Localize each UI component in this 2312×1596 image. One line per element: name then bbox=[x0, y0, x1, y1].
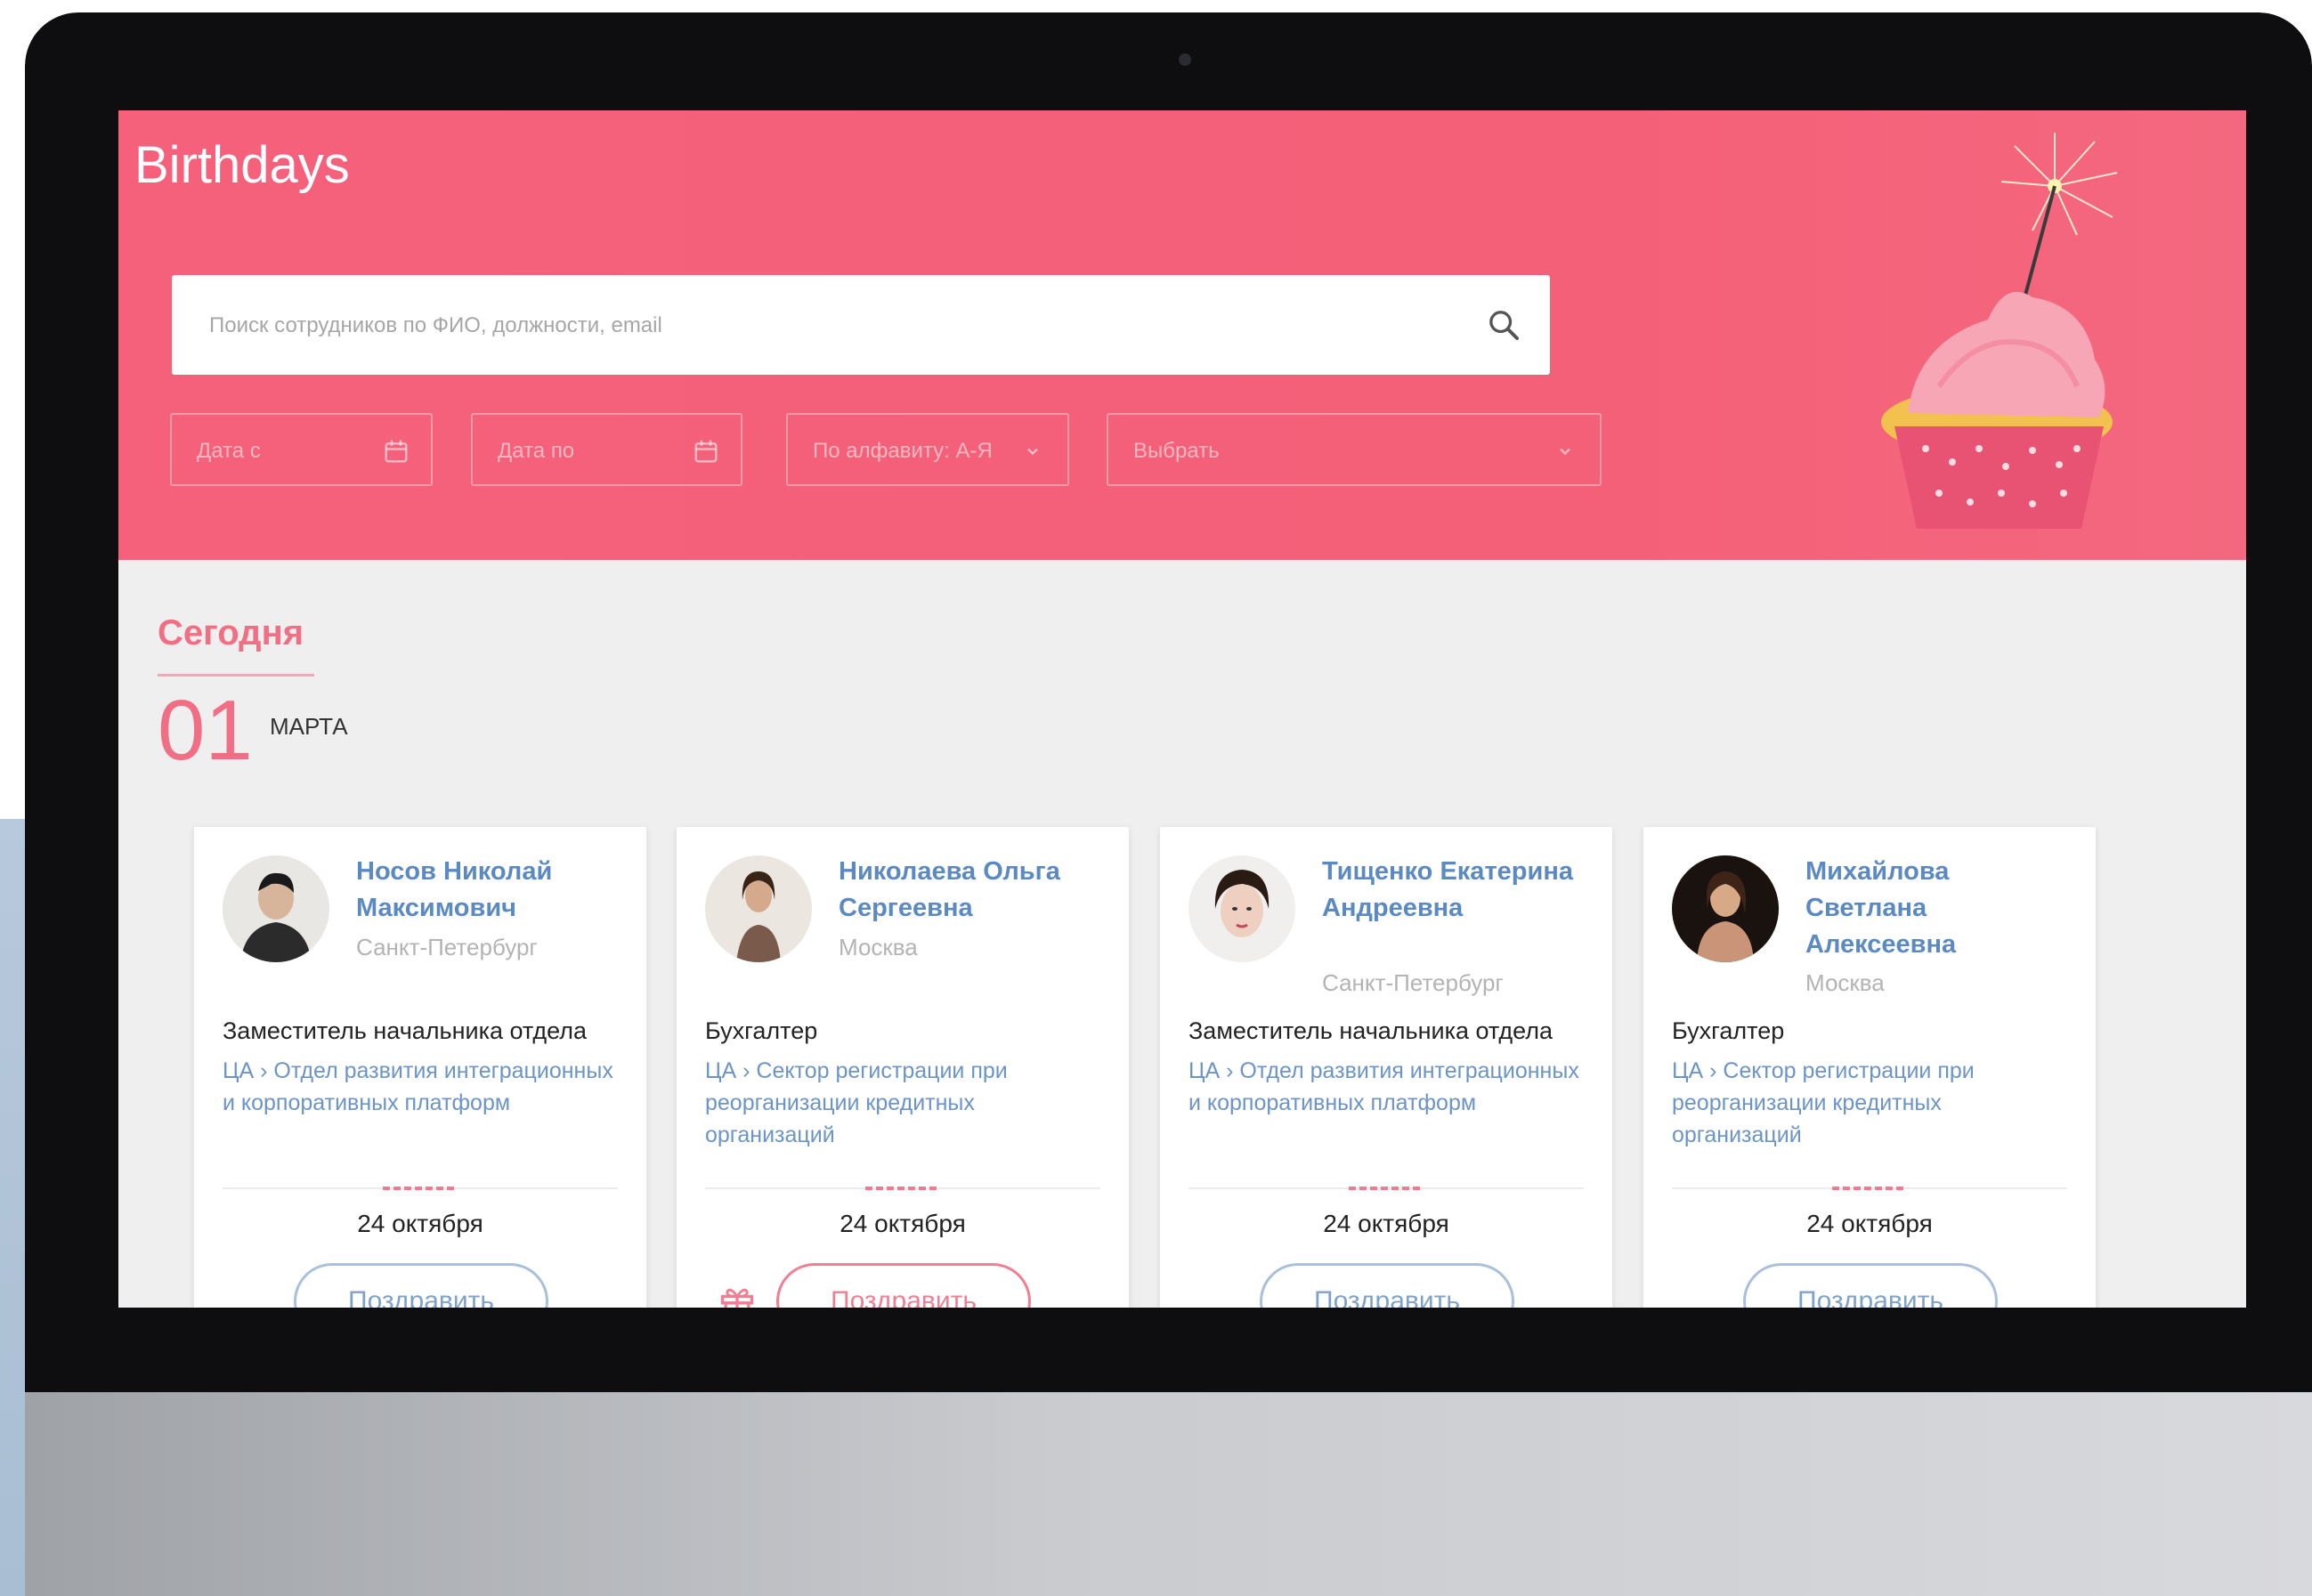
search-box[interactable] bbox=[172, 275, 1550, 377]
divider-accent bbox=[1349, 1187, 1424, 1190]
avatar[interactable] bbox=[705, 855, 812, 962]
congratulate-button[interactable]: Поздравить bbox=[1743, 1263, 1998, 1308]
divider-accent bbox=[1832, 1187, 1907, 1190]
employee-department[interactable]: ЦА › Отдел развития интеграционных и кор… bbox=[223, 1055, 614, 1119]
cupcake-illustration bbox=[1881, 133, 2118, 529]
date-to-filter[interactable]: Дата по bbox=[471, 413, 742, 486]
month-label: МАРТА bbox=[270, 713, 348, 740]
birthday-list: Сегодня 01 МАРТА Носов Николай Максимови… bbox=[118, 560, 2246, 1308]
employee-city: Москва bbox=[1805, 969, 1885, 996]
employee-card: Николаева Ольга Сергеевна Москва Бухгалт… bbox=[677, 827, 1129, 1308]
birthday-date: 24 октября bbox=[1806, 1210, 1933, 1237]
section-title: Сегодня bbox=[158, 613, 304, 652]
filter-label: Дата по bbox=[498, 439, 575, 463]
employee-department[interactable]: ЦА › Сектор регистрации при реорганизаци… bbox=[705, 1055, 1097, 1151]
employee-position: Бухгалтер bbox=[1672, 1017, 1785, 1044]
search-input[interactable] bbox=[207, 275, 1440, 377]
congratulate-button[interactable]: Поздравить bbox=[776, 1263, 1031, 1308]
employee-card: Носов Николай Максимович Санкт-Петербург… bbox=[194, 827, 646, 1308]
filter-label: Дата с bbox=[197, 439, 261, 463]
section-divider bbox=[158, 674, 314, 676]
birthday-date: 24 октября bbox=[357, 1210, 483, 1237]
employee-name[interactable]: Николаева Ольга Сергеевна bbox=[839, 854, 1106, 927]
avatar[interactable] bbox=[1672, 855, 1779, 962]
avatar[interactable] bbox=[223, 855, 329, 962]
employee-city: Москва bbox=[839, 934, 918, 960]
app-title: Birthdays bbox=[134, 136, 350, 194]
divider-accent bbox=[865, 1187, 940, 1190]
employee-position: Бухгалтер bbox=[705, 1017, 818, 1044]
calendar-icon bbox=[385, 440, 408, 463]
employee-name[interactable]: Носов Николай Максимович bbox=[356, 854, 623, 927]
avatar[interactable] bbox=[1188, 855, 1295, 962]
chevron-down-icon bbox=[1560, 448, 1570, 456]
search-icon[interactable] bbox=[1486, 307, 1521, 343]
employee-name[interactable]: Михайлова Светлана Алексеевна bbox=[1805, 854, 2073, 963]
congratulate-button[interactable]: Поздравить bbox=[294, 1263, 548, 1308]
birthday-date: 24 октября bbox=[840, 1210, 966, 1237]
camera bbox=[1179, 53, 1191, 66]
date-from-filter[interactable]: Дата с bbox=[170, 413, 433, 486]
department-select[interactable]: Выбрать bbox=[1107, 413, 1602, 486]
employee-position: Заместитель начальника отдела bbox=[223, 1017, 588, 1044]
app-screen: Birthdays Дата с Дата по bbox=[118, 110, 2246, 1308]
employee-department[interactable]: ЦА › Сектор регистрации при реорганизаци… bbox=[1672, 1055, 2064, 1151]
chevron-down-icon bbox=[1027, 448, 1038, 456]
congratulate-button[interactable]: Поздравить bbox=[1260, 1263, 1514, 1308]
select-label: Выбрать bbox=[1133, 439, 1220, 463]
gift-icon bbox=[720, 1288, 754, 1308]
employee-position: Заместитель начальника отдела bbox=[1188, 1017, 1554, 1044]
sort-select[interactable]: По алфавиту: А-Я bbox=[786, 413, 1069, 486]
header: Birthdays Дата с Дата по bbox=[118, 110, 2246, 560]
calendar-icon bbox=[694, 440, 718, 463]
divider-accent bbox=[383, 1187, 458, 1190]
birthday-date: 24 октября bbox=[1323, 1210, 1449, 1237]
sort-label: По алфавиту: А-Я bbox=[813, 439, 993, 463]
monitor: Birthdays Дата с Дата по bbox=[25, 12, 2312, 1596]
employee-card: Михайлова Светлана Алексеевна Москва Бух… bbox=[1643, 827, 2096, 1308]
employee-card: Тищенко Екатерина Андреевна Санкт-Петерб… bbox=[1160, 827, 1612, 1308]
employee-name[interactable]: Тищенко Екатерина Андреевна bbox=[1322, 854, 1589, 927]
employee-city: Санкт-Петербург bbox=[356, 934, 538, 960]
employee-city: Санкт-Петербург bbox=[1322, 969, 1504, 996]
monitor-chin bbox=[25, 1392, 2312, 1596]
employee-department[interactable]: ЦА › Отдел развития интеграционных и кор… bbox=[1188, 1055, 1580, 1119]
day-number: 01 bbox=[158, 683, 253, 778]
